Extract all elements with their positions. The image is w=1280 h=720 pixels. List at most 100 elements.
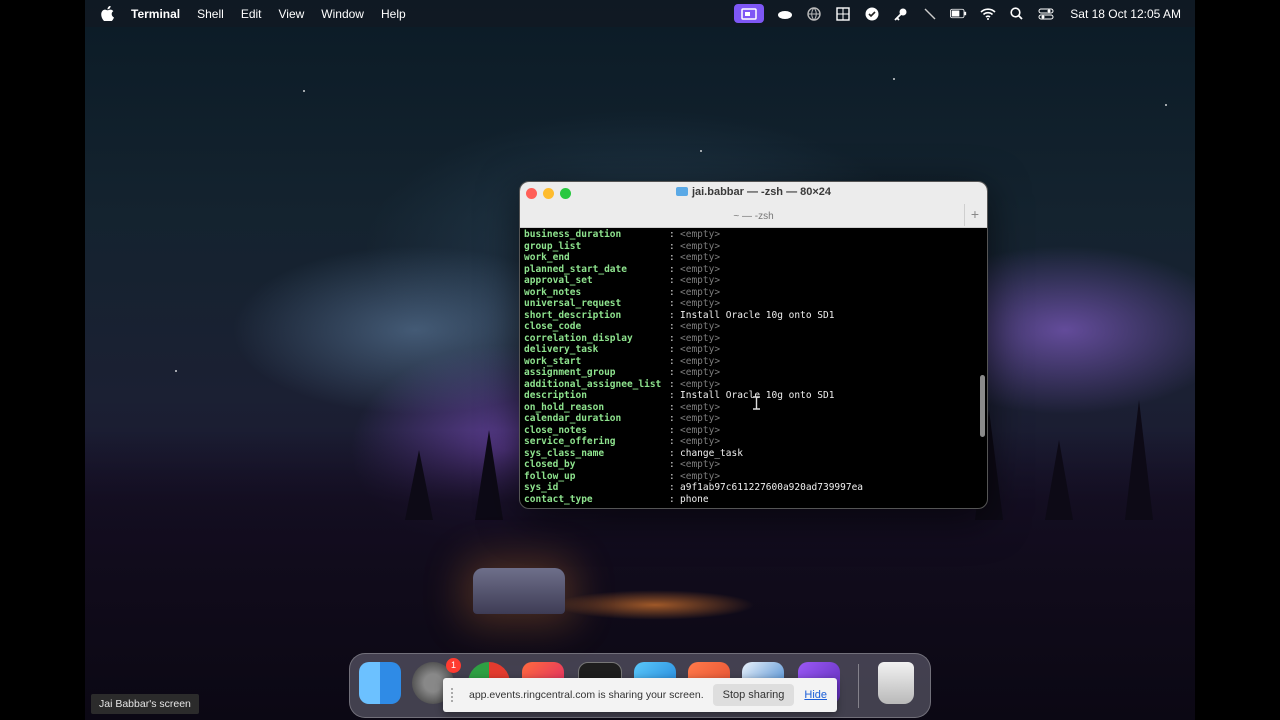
- field-value: change_task: [680, 447, 743, 459]
- apple-logo-icon[interactable]: [101, 6, 115, 21]
- field-separator: :: [669, 263, 675, 275]
- field-separator: :: [669, 355, 675, 367]
- field-key: work_notes: [524, 286, 582, 298]
- screen-sharing-bar: app.events.ringcentral.com is sharing yo…: [443, 678, 837, 712]
- scrollbar[interactable]: [980, 375, 985, 437]
- terminal-output[interactable]: business_duration: <empty> group_list: <emp…: [524, 229, 987, 505]
- wifi-icon[interactable]: [979, 5, 996, 22]
- field-separator: :: [669, 344, 675, 355]
- sync-icon[interactable]: [863, 5, 880, 22]
- menu-shell[interactable]: Shell: [197, 7, 224, 21]
- menu-window[interactable]: Window: [321, 7, 364, 21]
- field-key: business_duration: [524, 229, 622, 240]
- globe-icon[interactable]: [805, 5, 822, 22]
- field-value: <empty>: [680, 332, 721, 344]
- field-key: contact_type: [524, 493, 593, 505]
- key-icon[interactable]: [892, 5, 909, 22]
- field-separator: :: [669, 413, 675, 424]
- finder-icon[interactable]: [359, 662, 401, 704]
- field-value: <empty>: [680, 321, 721, 332]
- field-separator: :: [669, 367, 675, 378]
- cloud-icon[interactable]: [776, 5, 793, 22]
- terminal-row: additional_assignee_list: <empty>: [524, 379, 987, 391]
- window-title: jai.babbar — -zsh — 80×24: [520, 186, 987, 198]
- menu-view[interactable]: View: [279, 7, 305, 21]
- menu-edit[interactable]: Edit: [241, 7, 262, 21]
- field-key: work_end: [524, 252, 570, 263]
- field-key: sys_id: [524, 482, 559, 493]
- field-separator: :: [669, 298, 675, 309]
- field-value: <empty>: [680, 263, 721, 275]
- field-key: work_start: [524, 355, 582, 367]
- terminal-window[interactable]: jai.babbar — -zsh — 80×24 ~ — -zsh + bus…: [519, 181, 988, 509]
- sharing-message: app.events.ringcentral.com is sharing yo…: [469, 689, 704, 701]
- field-separator: :: [669, 436, 675, 447]
- field-key: calendar_duration: [524, 413, 622, 424]
- field-separator: :: [669, 275, 675, 286]
- menu-app-name[interactable]: Terminal: [131, 7, 180, 21]
- terminal-row: work_notes: <empty>: [524, 287, 987, 299]
- field-key: close_notes: [524, 424, 587, 436]
- battery-icon[interactable]: [950, 5, 967, 22]
- notification-badge: 1: [446, 658, 461, 673]
- field-value: <empty>: [680, 436, 721, 447]
- terminal-row: sys_class_name: change_task: [524, 448, 987, 460]
- field-value: <empty>: [680, 229, 721, 240]
- search-icon[interactable]: [1008, 5, 1025, 22]
- stop-sharing-button[interactable]: Stop sharing: [712, 684, 795, 706]
- menu-help[interactable]: Help: [381, 7, 406, 21]
- control-center-icon[interactable]: [1037, 5, 1054, 22]
- field-key: planned_start_date: [524, 263, 627, 275]
- folder-icon: [675, 187, 688, 196]
- field-value: <empty>: [680, 459, 721, 470]
- field-separator: :: [669, 378, 675, 390]
- grid-icon[interactable]: [834, 5, 851, 22]
- field-separator: :: [669, 470, 675, 482]
- terminal-row: close_code: <empty>: [524, 321, 987, 333]
- terminal-row: short_description: Install Oracle 10g ont…: [524, 310, 987, 322]
- terminal-row: planned_start_date: <empty>: [524, 264, 987, 276]
- terminal-row: delivery_task: <empty>: [524, 344, 987, 356]
- window-titlebar[interactable]: jai.babbar — -zsh — 80×24 ~ — -zsh +: [520, 182, 987, 228]
- slash-icon[interactable]: [921, 5, 938, 22]
- dock-divider: [858, 664, 859, 708]
- text-cursor-icon: [753, 396, 760, 410]
- terminal-row: calendar_duration: <empty>: [524, 413, 987, 425]
- field-value: <empty>: [680, 401, 721, 413]
- field-key: closed_by: [524, 459, 576, 470]
- terminal-row: work_start: <empty>: [524, 356, 987, 368]
- field-value: <empty>: [680, 413, 721, 424]
- trash-icon[interactable]: [878, 662, 914, 704]
- field-separator: :: [669, 286, 675, 298]
- field-separator: :: [669, 309, 675, 321]
- drag-handle-icon[interactable]: [451, 688, 457, 702]
- field-separator: :: [669, 482, 675, 493]
- hide-link[interactable]: Hide: [804, 689, 827, 701]
- terminal-row: universal_request: <empty>: [524, 298, 987, 310]
- field-separator: :: [669, 229, 675, 240]
- field-separator: :: [669, 459, 675, 470]
- field-key: delivery_task: [524, 344, 599, 355]
- field-key: service_offering: [524, 436, 616, 447]
- terminal-row: work_end: <empty>: [524, 252, 987, 264]
- field-value: a9f1ab97c611227600a920ad739997ea: [680, 482, 864, 493]
- field-value: <empty>: [680, 275, 721, 286]
- field-value: <empty>: [680, 378, 721, 390]
- field-separator: :: [669, 424, 675, 436]
- terminal-row: contact_type: phone: [524, 494, 987, 506]
- screen-share-icon[interactable]: [734, 4, 765, 23]
- field-key: universal_request: [524, 298, 622, 309]
- menubar-clock[interactable]: Sat 18 Oct 12:05 AM: [1070, 7, 1181, 21]
- terminal-row: closed_by: <empty>: [524, 459, 987, 471]
- field-value: <empty>: [680, 355, 721, 367]
- field-separator: :: [669, 493, 675, 505]
- new-tab-button[interactable]: +: [964, 204, 985, 226]
- tab-zsh[interactable]: ~ — -zsh: [520, 211, 987, 222]
- field-value: Install Oracle 10g onto SD1: [680, 309, 835, 321]
- terminal-row: group_list: <empty>: [524, 241, 987, 253]
- field-value: <empty>: [680, 424, 721, 436]
- field-key: correlation_display: [524, 332, 633, 344]
- field-separator: :: [669, 240, 675, 252]
- terminal-row: service_offering: <empty>: [524, 436, 987, 448]
- field-key: additional_assignee_list: [524, 378, 662, 390]
